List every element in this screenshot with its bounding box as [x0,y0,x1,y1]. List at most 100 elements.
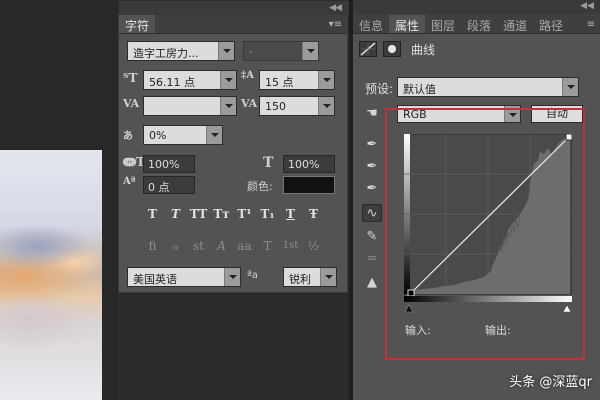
leading-icon: ‡A [241,70,254,81]
antialias-select[interactable]: 锐利 [283,267,337,287]
panel-menu-icon[interactable]: ▾≡ [329,19,342,30]
panel-dock-bar: ◀◀ [353,0,600,14]
chevron-down-icon [302,42,318,60]
curve-point-black [407,289,415,297]
underline-button[interactable]: T [281,205,300,223]
tab-paths[interactable]: 路径 [533,15,569,33]
curve-edit-icon[interactable]: ∿ [362,204,382,222]
leading-field[interactable]: 15 点 [259,70,335,90]
eyedropper-white-icon[interactable]: ✒ [362,180,382,198]
character-tab-bar: 字符 ▾≡ [119,15,347,34]
kerning-icon: VA [123,97,140,110]
preset-label: 预设: [365,82,394,96]
font-size-field[interactable]: 56.11 点 [143,70,237,90]
language-select[interactable]: 美国英语 [127,267,241,287]
input-label: 输入: [405,324,431,337]
tsume-value: 0% [149,129,167,142]
ordinals-button[interactable]: 1st [281,237,300,255]
eyedropper-black-icon[interactable]: ✒ [362,136,382,154]
tsume-icon: あ [123,131,133,142]
font-style-buttons: T T TT Tт T¹ T₁ T Ŧ [143,205,323,223]
chevron-down-icon [224,268,240,286]
tab-layers[interactable]: 图层 [425,15,461,33]
vertical-scale-value: 100% [148,158,180,171]
layer-mask-icon[interactable] [383,41,401,57]
baseline-shift-icon: Aª [123,176,136,187]
faux-italic-button[interactable]: T [166,205,185,223]
chevron-down-icon [318,97,334,115]
alternates-button[interactable]: ℴ [166,237,185,255]
leading-value: 15 点 [265,76,294,89]
font-style-select[interactable]: - [243,41,319,61]
baseline-shift-value: 0 点 [148,181,170,194]
vertical-scale-icon: ↈT [123,155,146,169]
titling-button[interactable]: T [258,237,277,255]
font-family-select[interactable]: 造字工房力... [127,41,235,61]
stylistic-alternates-button[interactable]: aa [235,237,254,255]
smooth-icon[interactable]: ≈ [362,250,382,268]
watermark: 头条 @深蓝qr [509,375,592,390]
character-panel: ◀◀ 字符 ▾≡ 造字工房力... - ᵀT 56.11 点 ‡A 15 点 V… [118,1,349,293]
kerning-field[interactable] [143,96,237,116]
chevron-down-icon [220,97,236,115]
font-size-value: 56.11 点 [149,76,195,89]
fractions-button[interactable]: ½ [304,237,323,255]
font-family-value: 造字工房力... [133,47,199,60]
horizontal-scale-icon: T [263,155,274,171]
collapse-icon[interactable]: ◀◀ [329,3,342,13]
output-label: 输出: [485,324,511,337]
tab-info[interactable]: 信息 [353,15,389,33]
opentype-buttons: fi ℴ st A aa T 1st ½ [143,237,323,255]
baseline-shift-field[interactable]: 0 点 [143,176,195,194]
vertical-scale-field[interactable]: 100% [143,155,195,173]
panel-menu-icon[interactable]: ≡ [587,19,595,30]
tracking-value: 150 [265,100,286,113]
pencil-icon[interactable]: ✎ [362,228,382,246]
curves-adjustment-icon[interactable] [359,41,377,57]
tab-properties[interactable]: 属性 [389,15,426,33]
subscript-button[interactable]: T₁ [258,205,277,223]
properties-panel: ◀◀ 信息 属性 图层 段落 通道 路径 ≡ 曲线 预设: 默认值 ☚ RGB … [353,0,600,400]
faux-bold-button[interactable]: T [143,205,162,223]
strikethrough-button[interactable]: Ŧ [304,205,323,223]
chevron-down-icon [218,42,234,60]
curves-graph[interactable] [404,134,572,314]
text-color-swatch[interactable] [283,176,335,194]
tsume-field[interactable]: 0% [143,125,223,145]
small-caps-button[interactable]: Tт [212,205,231,223]
all-caps-button[interactable]: TT [189,205,208,223]
antialias-icon: ªa [247,270,258,281]
tracking-field[interactable]: 150 [259,96,335,116]
chevron-down-icon [220,71,236,89]
eyedropper-gray-icon[interactable]: ✒ [362,158,382,176]
white-point-slider [562,304,572,313]
document-canvas[interactable] [0,0,118,400]
color-label: 颜色: [247,180,273,193]
discretionary-ligatures-button[interactable]: st [189,237,208,255]
chevron-down-icon [562,78,578,96]
font-size-icon: ᵀT [123,71,138,85]
properties-tab-bar: 信息 属性 图层 段落 通道 路径 ≡ [353,14,600,34]
on-image-icon[interactable]: ☚ [362,105,382,123]
superscript-button[interactable]: T¹ [235,205,254,223]
font-style-value: - [249,45,253,58]
ligatures-button[interactable]: fi [143,237,162,255]
tab-paragraph[interactable]: 段落 [461,15,497,33]
swash-button[interactable]: A [212,237,231,255]
tab-channels[interactable]: 通道 [497,15,533,33]
curve-point-white [565,134,572,141]
horizontal-scale-value: 100% [288,158,320,171]
curves-header: 曲线 [359,38,435,60]
sky-clouds-photo [0,150,102,400]
language-value: 美国英语 [133,273,177,286]
panel-dock-bar [119,1,349,15]
adjustment-title: 曲线 [411,42,436,57]
tab-character[interactable]: 字符 [119,15,156,33]
collapse-icon[interactable]: ◀◀ [580,1,594,11]
chevron-down-icon [320,268,336,286]
clipping-warning-icon[interactable]: ▲ [362,274,382,292]
preset-select[interactable]: 默认值 [397,77,579,97]
antialias-value: 锐利 [289,273,311,286]
horizontal-scale-field[interactable]: 100% [283,155,335,173]
tracking-icon: VA [241,97,258,110]
